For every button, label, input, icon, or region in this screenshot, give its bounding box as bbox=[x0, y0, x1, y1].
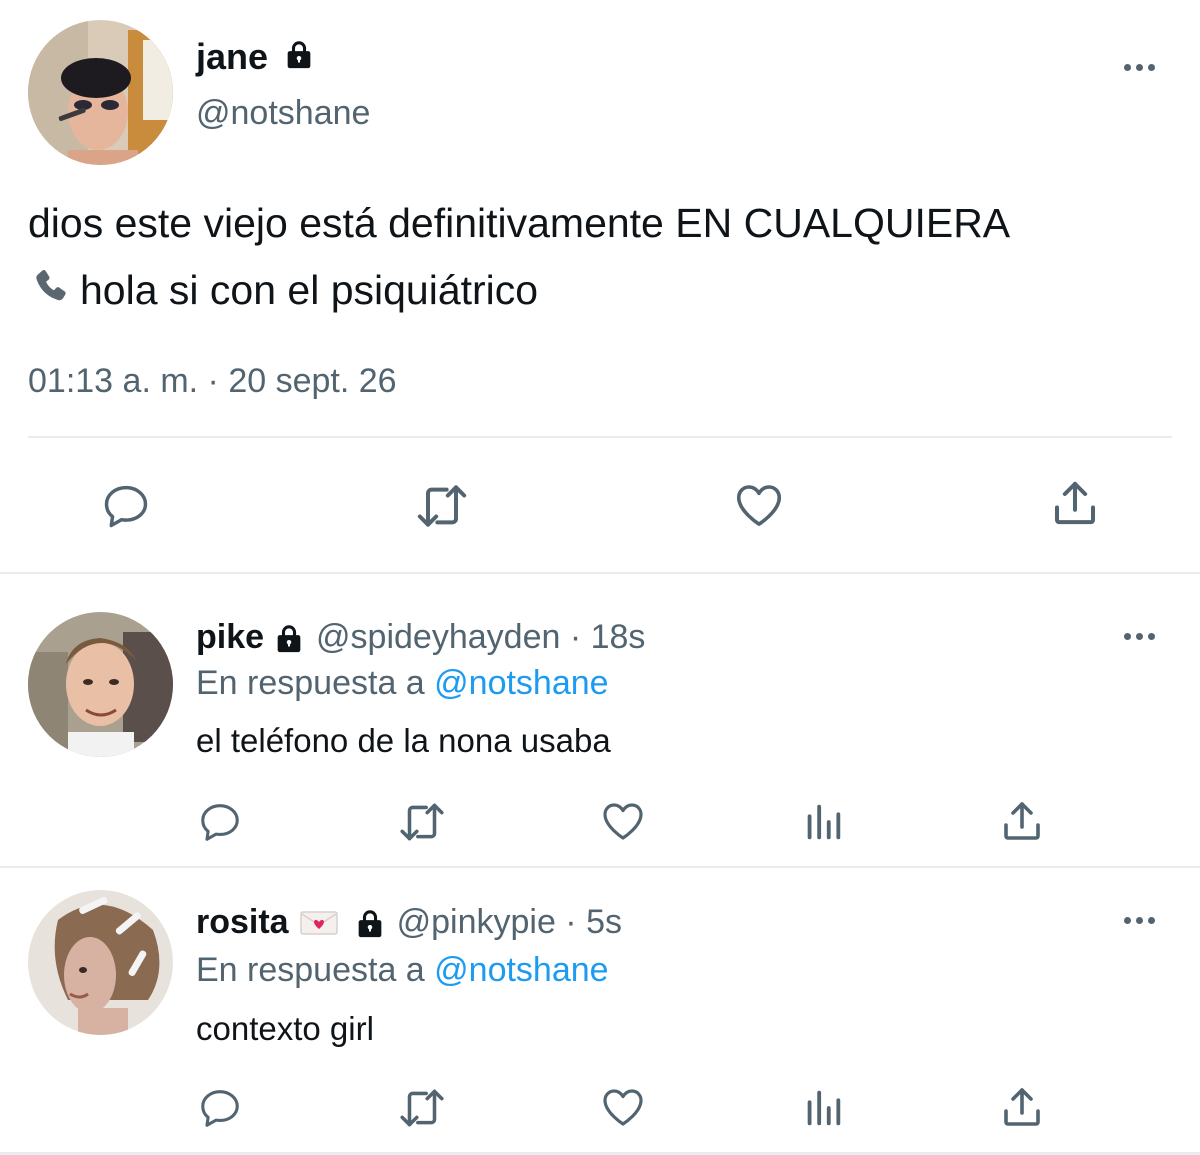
retweet-icon[interactable] bbox=[396, 1083, 448, 1133]
retweet-icon[interactable] bbox=[396, 797, 448, 847]
tweet-timestamp[interactable]: 01:13 a. m. · 20 sept. 26 bbox=[28, 362, 397, 401]
avatar-rosita[interactable] bbox=[28, 890, 173, 1035]
retweet-icon[interactable] bbox=[413, 478, 471, 534]
share-icon[interactable] bbox=[998, 797, 1046, 845]
author-handle[interactable]: @pinkypie bbox=[397, 903, 556, 942]
divider bbox=[0, 572, 1200, 574]
reply-text: el teléfono de la nona usaba bbox=[196, 722, 611, 759]
author-name-text: jane bbox=[196, 36, 269, 77]
reply-header: pike @spideyhayden · 18s bbox=[196, 618, 645, 657]
replying-to-label: En respuesta a bbox=[196, 951, 435, 989]
analytics-icon[interactable] bbox=[800, 1085, 846, 1131]
love-letter-icon bbox=[299, 910, 338, 935]
reply-icon[interactable] bbox=[197, 799, 243, 845]
replying-to-label: En respuesta a bbox=[196, 664, 435, 702]
tweet-text-line-1: dios este viejo está definitivamente EN … bbox=[28, 200, 1011, 246]
reply-time[interactable]: · 5s bbox=[556, 903, 622, 942]
tweet-text: dios este viejo está definitivamente EN … bbox=[28, 190, 1193, 324]
divider bbox=[28, 436, 1172, 438]
more-options-icon[interactable] bbox=[1124, 917, 1155, 924]
reply-icon[interactable] bbox=[197, 1085, 243, 1131]
author-name[interactable]: pike bbox=[196, 618, 264, 657]
analytics-icon[interactable] bbox=[800, 799, 846, 845]
reply-header: rosita @pinkypie · 5s bbox=[196, 903, 622, 942]
author-handle[interactable]: @spideyhayden bbox=[316, 618, 560, 657]
divider bbox=[0, 866, 1200, 868]
replying-to: En respuesta a @notshane bbox=[196, 664, 609, 703]
author-name[interactable]: rosita bbox=[196, 903, 289, 942]
like-icon[interactable] bbox=[598, 1083, 648, 1131]
author-handle[interactable]: @notshane bbox=[196, 94, 370, 133]
reply-text: contexto girl bbox=[196, 1010, 374, 1047]
lock-icon bbox=[282, 37, 316, 71]
replying-to: En respuesta a @notshane bbox=[196, 951, 609, 990]
more-options-icon[interactable] bbox=[1124, 64, 1155, 71]
share-icon[interactable] bbox=[998, 1083, 1046, 1131]
lock-icon bbox=[353, 906, 387, 940]
lock-icon bbox=[272, 621, 306, 655]
reply-time[interactable]: · 18s bbox=[560, 618, 646, 657]
mention-link[interactable]: @notshane bbox=[434, 951, 608, 989]
like-icon[interactable] bbox=[731, 478, 787, 532]
share-icon[interactable] bbox=[1048, 476, 1102, 530]
avatar-pike[interactable] bbox=[28, 612, 173, 757]
mention-link[interactable]: @notshane bbox=[434, 664, 608, 702]
like-icon[interactable] bbox=[598, 797, 648, 845]
telephone-receiver-icon bbox=[36, 270, 66, 301]
author-name[interactable]: jane bbox=[196, 36, 316, 78]
avatar-jane[interactable] bbox=[28, 20, 173, 165]
reply-icon[interactable] bbox=[100, 480, 152, 532]
more-options-icon[interactable] bbox=[1124, 633, 1155, 640]
tweet-text-line-2: hola si con el psiquiátrico bbox=[80, 267, 539, 313]
